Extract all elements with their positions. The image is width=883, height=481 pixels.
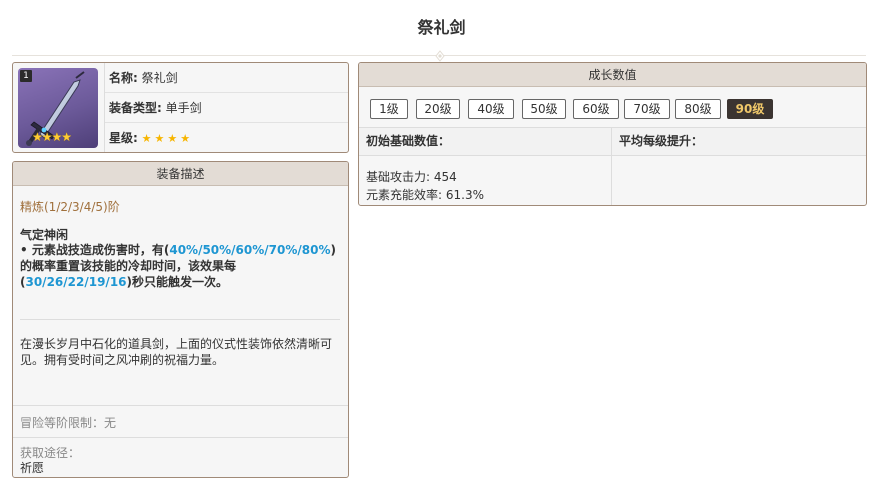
info-row-type: 装备类型: 单手剑 <box>105 93 348 123</box>
passive-description: • 元素战技造成伤害时，有(40%/50%/60%/70%/80%)的概率重置该… <box>20 243 336 289</box>
ascension-limit: 冒险等阶限制：无 <box>20 416 117 430</box>
passive-name: 气定神闲 <box>20 228 69 242</box>
level-tab-70[interactable]: 70级 <box>624 99 670 119</box>
level-tab-50[interactable]: 50级 <box>522 99 566 119</box>
page-title: 祭礼剑 <box>417 18 466 37</box>
avg-growth-header: 平均每级提升： <box>612 128 866 156</box>
stats-grid: 初始基础数值： 基础攻击力: 454 元素充能效率: 61.3% 平均每级提升： <box>359 127 866 205</box>
level-tab-90[interactable]: 90级 <box>727 99 773 119</box>
growth-panel: 成长数值 1级 20级 40级 50级 60级 70级 80级 90级 初始基础… <box>358 62 867 206</box>
info-row-name: 名称: 祭礼剑 <box>105 63 348 93</box>
avg-growth-column: 平均每级提升： <box>612 128 866 205</box>
weapon-info-panel: 1 ★★★★ 名称: 祭礼剑 装备类型: 单手剑 星级: ★★★★ <box>12 62 349 153</box>
title-divider <box>12 50 866 62</box>
info-row-rarity: 星级: ★★★★ <box>105 123 348 152</box>
level-tab-20[interactable]: 20级 <box>416 99 460 119</box>
stat-energy-recharge: 元素充能效率: 61.3% <box>366 188 484 202</box>
base-stats-column: 初始基础数值： 基础攻击力: 454 元素充能效率: 61.3% <box>359 128 612 205</box>
weapon-image: 1 ★★★★ <box>18 68 98 148</box>
weapon-lore: 在漫长岁月中石化的道具剑，上面的仪式性装饰依然清晰可见。拥有受时间之风冲刷的祝福… <box>20 337 333 367</box>
passive-chance-values: 40%/50%/60%/70%/80% <box>169 243 331 257</box>
level-tab-40[interactable]: 40级 <box>468 99 514 119</box>
level-tab-1[interactable]: 1级 <box>370 99 408 119</box>
description-divider <box>20 319 340 320</box>
type-value: 单手剑 <box>165 101 202 115</box>
source-section: 获取途径： 祈愿 <box>13 437 348 477</box>
rarity-stars: ★★★★ <box>141 132 194 145</box>
level-tab-60[interactable]: 60级 <box>573 99 619 119</box>
source-value: 祈愿 <box>20 461 45 475</box>
name-label: 名称: <box>109 71 138 85</box>
passive-cooldown-values: 30/26/22/19/16 <box>25 275 127 289</box>
refinement-badge: 1 <box>20 70 32 82</box>
base-stats-header: 初始基础数值： <box>359 128 611 156</box>
type-label: 装备类型: <box>109 101 162 115</box>
weapon-info-rows: 名称: 祭礼剑 装备类型: 单手剑 星级: ★★★★ <box>104 63 348 152</box>
stat-base-atk: 基础攻击力: 454 <box>366 170 457 184</box>
divider-ornament-icon <box>435 50 445 62</box>
description-panel: 装备描述 精炼(1/2/3/4/5)阶 气定神闲 • 元素战技造成伤害时，有(4… <box>12 161 349 478</box>
image-rarity-stars: ★★★★ <box>32 130 72 144</box>
growth-header: 成长数值 <box>359 63 866 87</box>
ascension-limit-section: 冒险等阶限制：无 <box>13 405 348 437</box>
level-tab-80[interactable]: 80级 <box>675 99 721 119</box>
description-header: 装备描述 <box>13 162 348 186</box>
rarity-label: 星级: <box>109 131 138 145</box>
name-value: 祭礼剑 <box>141 71 178 85</box>
refine-levels: 精炼(1/2/3/4/5)阶 <box>20 200 120 214</box>
